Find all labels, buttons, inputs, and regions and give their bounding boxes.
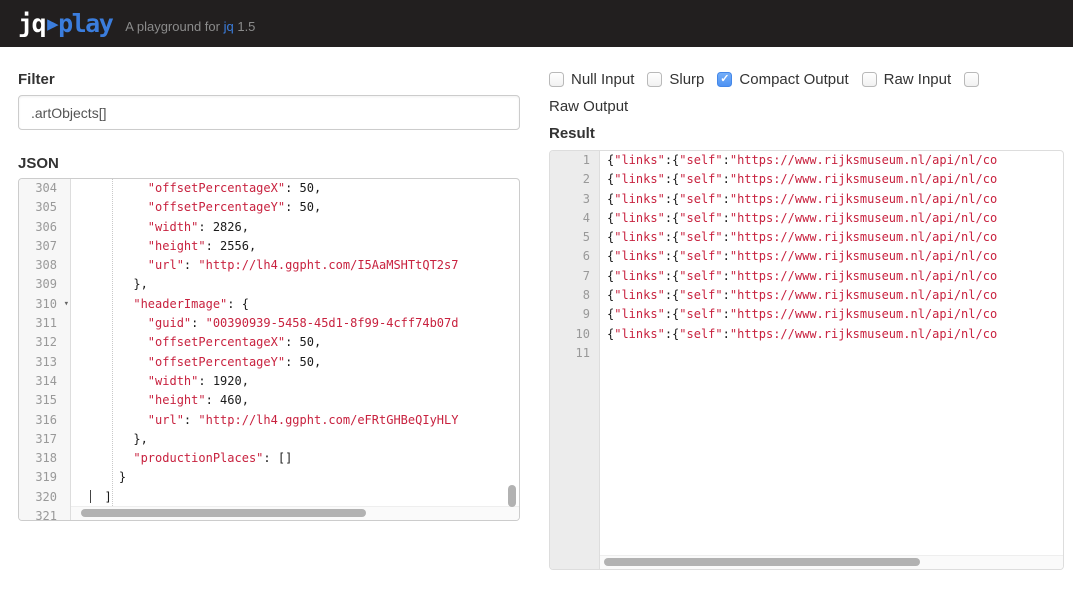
checkbox-label-null-input[interactable]: Null Input bbox=[571, 71, 634, 88]
checkbox-slurp[interactable] bbox=[647, 72, 662, 87]
line-number: 320 bbox=[19, 488, 70, 507]
line-number: 7 bbox=[550, 267, 599, 286]
code-line: "offsetPercentageX": 50, bbox=[90, 333, 519, 352]
filter-heading: Filter bbox=[18, 71, 55, 88]
line-number: 318 bbox=[19, 449, 70, 468]
line-number: 8 bbox=[550, 286, 599, 305]
result-hscrollbar-thumb[interactable] bbox=[604, 558, 920, 566]
line-number: 319 bbox=[19, 468, 70, 487]
json-input-editor[interactable]: 304305306307308309310▾311312313314315316… bbox=[18, 178, 520, 521]
code-line bbox=[607, 344, 1063, 363]
result-editor-code: {"links":{"self":"https://www.rijksmuseu… bbox=[601, 151, 1063, 569]
options-row: Null Input Slurp ✓ Compact Output Raw Input bbox=[549, 71, 1065, 88]
play-triangle-icon: ▶ bbox=[47, 13, 57, 35]
tagline-prefix: A playground for bbox=[125, 19, 220, 34]
code-line: {"links":{"self":"https://www.rijksmuseu… bbox=[607, 190, 1063, 209]
code-line: "offsetPercentageY": 50, bbox=[90, 353, 519, 372]
code-line: } bbox=[90, 468, 519, 487]
code-line: ] bbox=[90, 488, 519, 507]
code-line: {"links":{"self":"https://www.rijksmuseu… bbox=[607, 267, 1063, 286]
fold-open-arrow-icon[interactable]: ▾ bbox=[64, 295, 69, 314]
result-heading: Result bbox=[549, 125, 595, 142]
line-number: 304 bbox=[19, 179, 70, 198]
code-line: "url": "http://lh4.ggpht.com/I5AaMSHTtQT… bbox=[90, 256, 519, 275]
code-line: "width": 2826, bbox=[90, 218, 519, 237]
filter-input[interactable] bbox=[18, 95, 520, 130]
option-slurp[interactable]: Slurp bbox=[647, 71, 704, 88]
line-number: 10 bbox=[550, 325, 599, 344]
line-number: 315 bbox=[19, 391, 70, 410]
code-line: "offsetPercentageX": 50, bbox=[90, 179, 519, 198]
line-number: 5 bbox=[550, 228, 599, 247]
options-bar: Null InputSlurp✓Compact OutputRaw Input … bbox=[549, 71, 1065, 115]
code-line: {"links":{"self":"https://www.rijksmuseu… bbox=[607, 305, 1063, 324]
logo-jq-text: jq bbox=[18, 9, 45, 38]
line-number: 308 bbox=[19, 256, 70, 275]
checkbox-label-raw-input[interactable]: Raw Input bbox=[884, 71, 952, 88]
code-line: "offsetPercentageY": 50, bbox=[90, 198, 519, 217]
code-line: "guid": "00390939-5458-45d1-8f99-4cff74b… bbox=[90, 314, 519, 333]
code-line: "productionPlaces": [] bbox=[90, 449, 519, 468]
jqplay-logo[interactable]: jq ▶ play bbox=[18, 9, 112, 38]
code-line: {"links":{"self":"https://www.rijksmuseu… bbox=[607, 151, 1063, 170]
line-number: 11 bbox=[550, 344, 599, 363]
json-heading: JSON bbox=[18, 155, 59, 172]
code-line: {"links":{"self":"https://www.rijksmuseu… bbox=[607, 325, 1063, 344]
code-line: {"links":{"self":"https://www.rijksmuseu… bbox=[607, 247, 1063, 266]
code-line: "height": 2556, bbox=[90, 237, 519, 256]
logo-play-text: play bbox=[58, 9, 112, 38]
code-line: }, bbox=[90, 275, 519, 294]
header: jq ▶ play A playground for jq 1.5 bbox=[0, 0, 1073, 47]
checkbox-label-compact-output[interactable]: Compact Output bbox=[739, 71, 848, 88]
checkbox-label-raw-output[interactable]: Raw Output bbox=[549, 98, 1065, 115]
line-number: 3 bbox=[550, 190, 599, 209]
json-editor-code[interactable]: "offsetPercentageX": 50, "offsetPercenta… bbox=[72, 179, 519, 520]
line-number: 305 bbox=[19, 198, 70, 217]
code-line: {"links":{"self":"https://www.rijksmuseu… bbox=[607, 170, 1063, 189]
checkbox-raw-input[interactable] bbox=[862, 72, 877, 87]
result-output-editor: 1234567891011 {"links":{"self":"https://… bbox=[549, 150, 1064, 570]
line-number: 307 bbox=[19, 237, 70, 256]
line-number: 4 bbox=[550, 209, 599, 228]
line-number: 306 bbox=[19, 218, 70, 237]
checkbox-label-slurp[interactable]: Slurp bbox=[669, 71, 704, 88]
json-hscrollbar-thumb[interactable] bbox=[81, 509, 366, 517]
line-number: 6 bbox=[550, 247, 599, 266]
code-line: "width": 1920, bbox=[90, 372, 519, 391]
tagline-version: 1.5 bbox=[237, 19, 255, 34]
line-number: 321 bbox=[19, 507, 70, 521]
line-number: 313 bbox=[19, 353, 70, 372]
json-vscrollbar-thumb[interactable] bbox=[508, 485, 516, 507]
result-editor-gutter: 1234567891011 bbox=[550, 151, 600, 569]
line-number: 310▾ bbox=[19, 295, 70, 314]
line-number: 314 bbox=[19, 372, 70, 391]
code-line: {"links":{"self":"https://www.rijksmuseu… bbox=[607, 209, 1063, 228]
line-number: 312 bbox=[19, 333, 70, 352]
checkbox-compact-output[interactable]: ✓ bbox=[717, 72, 732, 87]
json-editor-gutter: 304305306307308309310▾311312313314315316… bbox=[19, 179, 71, 520]
tagline: A playground for jq 1.5 bbox=[125, 19, 255, 34]
code-line: "headerImage": { bbox=[90, 295, 519, 314]
code-line: {"links":{"self":"https://www.rijksmuseu… bbox=[607, 286, 1063, 305]
checkbox-null-input[interactable] bbox=[549, 72, 564, 87]
line-number: 2 bbox=[550, 170, 599, 189]
indent-guide bbox=[112, 179, 113, 506]
option-raw-input[interactable]: Raw Input bbox=[862, 71, 952, 88]
line-number: 9 bbox=[550, 305, 599, 324]
option-compact-output[interactable]: ✓ Compact Output bbox=[717, 71, 848, 88]
code-line: {"links":{"self":"https://www.rijksmuseu… bbox=[607, 228, 1063, 247]
line-number: 317 bbox=[19, 430, 70, 449]
checkbox-raw-output[interactable] bbox=[964, 72, 979, 87]
code-line: "url": "http://lh4.ggpht.com/eFRtGHBeQIy… bbox=[90, 411, 519, 430]
jq-link[interactable]: jq bbox=[224, 19, 234, 34]
line-number: 309 bbox=[19, 275, 70, 294]
option-null-input[interactable]: Null Input bbox=[549, 71, 634, 88]
code-line: "height": 460, bbox=[90, 391, 519, 410]
line-number: 1 bbox=[550, 151, 599, 170]
code-line: }, bbox=[90, 430, 519, 449]
line-number: 316 bbox=[19, 411, 70, 430]
line-number: 311 bbox=[19, 314, 70, 333]
